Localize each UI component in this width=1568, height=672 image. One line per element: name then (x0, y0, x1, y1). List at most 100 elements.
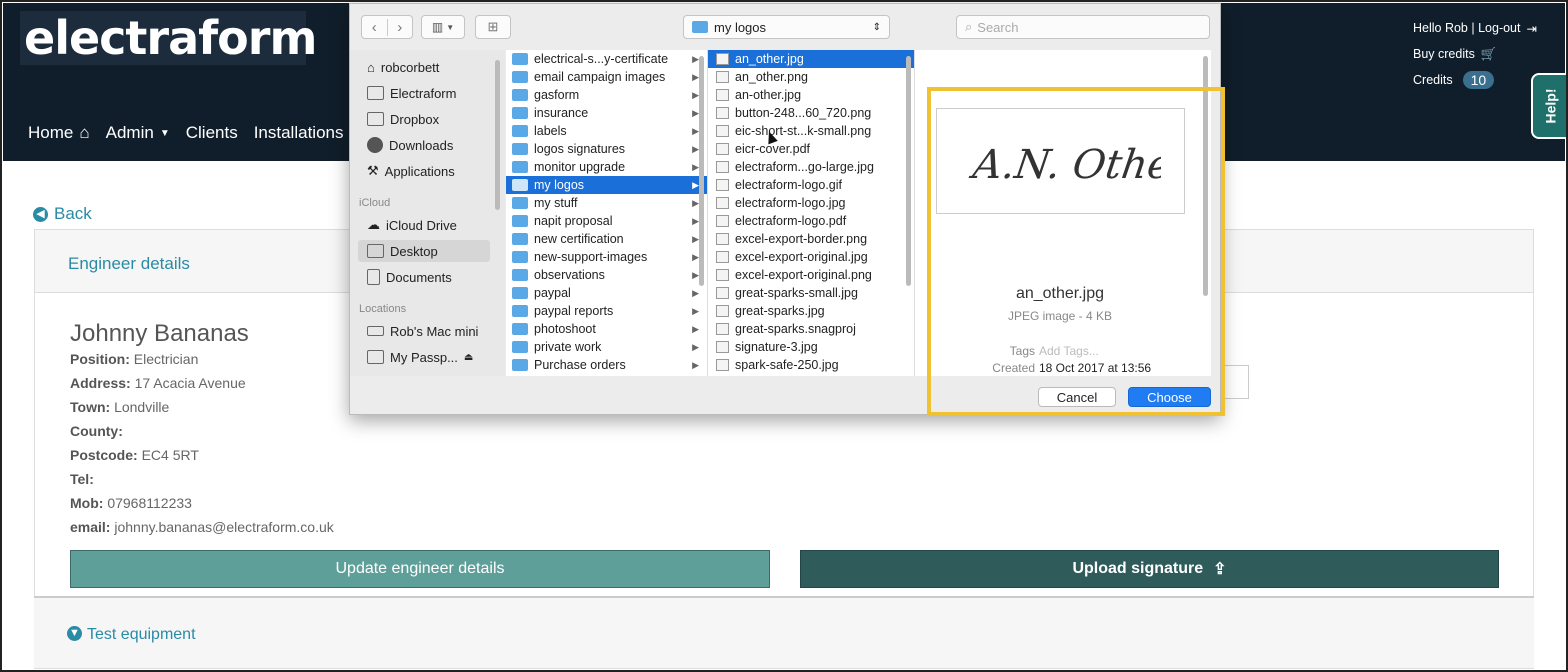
file-row[interactable]: an_other.png (708, 68, 914, 86)
file-column-scrollbar[interactable] (906, 56, 911, 286)
file-row[interactable]: electraform-logo.gif (708, 176, 914, 194)
desktop-icon (367, 244, 384, 258)
folder-icon (512, 71, 528, 83)
logout-link[interactable]: Hello Rob | Log-out (1413, 21, 1520, 35)
detail-postcode: Postcode: EC4 5RT (70, 446, 334, 470)
sidebar-item-desktop[interactable]: Desktop (358, 240, 490, 262)
image-file-icon (716, 197, 729, 209)
file-row[interactable]: great-sparks-small.jpg (708, 284, 914, 302)
sidebar-item-mac-mini[interactable]: Rob's Mac mini (367, 320, 478, 342)
folder-row[interactable]: labels ▶ (506, 122, 707, 140)
folder-row[interactable]: gasform ▶ (506, 86, 707, 104)
back-link[interactable]: ◀ Back (33, 204, 92, 224)
forward-arrow-icon[interactable]: › (386, 18, 413, 36)
folder-icon (512, 359, 528, 371)
path-popup[interactable]: my logos ⇕ (683, 15, 890, 39)
folder-row[interactable]: observations ▶ (506, 266, 707, 284)
eject-icon[interactable]: ⏏ (464, 352, 473, 363)
search-field[interactable]: ⌕ Search (956, 15, 1210, 39)
folder-row[interactable]: photoshoot ▶ (506, 320, 707, 338)
file-row[interactable]: electraform-logo.pdf (708, 212, 914, 230)
detail-value: Londville (114, 399, 170, 415)
folder-name: insurance (534, 106, 589, 120)
cancel-button[interactable]: Cancel (1038, 387, 1116, 407)
buy-credits-link[interactable]: Buy credits (1413, 47, 1475, 61)
sidebar-item-robcorbett[interactable]: ⌂ robcorbett (367, 56, 439, 78)
back-arrow-icon[interactable]: ‹ (362, 19, 387, 36)
folder-icon (512, 197, 528, 209)
new-folder-icon: ⊞ (487, 19, 499, 34)
upload-signature-button[interactable]: Upload signature ⇪ (800, 550, 1499, 588)
logout-icon[interactable]: ⇥ (1526, 21, 1536, 36)
nav-installations[interactable]: Installations (254, 123, 344, 143)
file-row[interactable]: excel-export-original.png (708, 266, 914, 284)
file-row[interactable]: spark-safe-250.jpg (708, 356, 914, 374)
image-file-icon (716, 107, 729, 119)
preview-pane: A.N. Other. an_other.jpg JPEG image - 4 … (915, 50, 1211, 376)
folder-row[interactable]: email campaign images ▶ (506, 68, 707, 86)
file-row[interactable]: excel-export-border.png (708, 230, 914, 248)
nav-clients[interactable]: Clients (186, 123, 238, 143)
document-icon (367, 269, 380, 285)
choose-button[interactable]: Choose (1128, 387, 1211, 407)
file-row[interactable]: eic-short-st...k-small.png (708, 122, 914, 140)
file-row[interactable]: an-other.jpg (708, 86, 914, 104)
nav-admin[interactable]: Admin ▼ (106, 123, 170, 143)
folder-row[interactable]: paypal reports ▶ (506, 302, 707, 320)
detail-position: Position: Electrician (70, 350, 334, 374)
folder-row[interactable]: private work ▶ (506, 338, 707, 356)
folder-row[interactable]: napit proposal ▶ (506, 212, 707, 230)
file-name: an-other.jpg (735, 88, 802, 102)
folder-column-scrollbar[interactable] (699, 56, 704, 286)
file-row[interactable]: great-sparks.snagproj (708, 320, 914, 338)
image-file-icon (716, 161, 729, 173)
update-engineer-button[interactable]: Update engineer details (70, 550, 770, 588)
folder-name: my stuff (534, 196, 578, 210)
brand-logo[interactable]: electraform (20, 11, 317, 65)
sidebar-item-downloads[interactable]: Downloads (367, 134, 453, 156)
tags-input[interactable]: Add Tags... (1039, 344, 1099, 358)
folder-icon (367, 86, 384, 100)
folder-icon (512, 161, 528, 173)
sidebar-item-dropbox[interactable]: Dropbox (367, 108, 439, 130)
nav-home[interactable]: Home ⌂ (28, 123, 90, 143)
sidebar-item-applications[interactable]: ⚒ Applications (367, 160, 455, 182)
sidebar-label: Electraform (390, 85, 457, 101)
file-row[interactable]: signature-3.jpg (708, 338, 914, 356)
folder-row[interactable]: logos signatures ▶ (506, 140, 707, 158)
sidebar-label: Desktop (390, 243, 438, 259)
file-name: great-sparks.snagproj (735, 322, 856, 336)
folder-row[interactable]: my stuff ▶ (506, 194, 707, 212)
folder-row[interactable]: insurance ▶ (506, 104, 707, 122)
help-tab[interactable]: Help! (1531, 73, 1567, 139)
sidebar-item-icloud-drive[interactable]: ☁ iCloud Drive (367, 214, 457, 236)
folder-row[interactable]: electrical-s...y-certificate ▶ (506, 50, 707, 68)
image-file-icon (716, 287, 729, 299)
preview-scrollbar[interactable] (1203, 56, 1208, 296)
folder-row[interactable]: monitor upgrade ▶ (506, 158, 707, 176)
file-row[interactable]: electraform...go-large.jpg (708, 158, 914, 176)
folder-row-selected[interactable]: my logos ▶ (506, 176, 707, 194)
sidebar-scrollbar[interactable] (495, 60, 500, 210)
sidebar-item-my-passport[interactable]: My Passp... ⏏ (367, 346, 473, 368)
file-row[interactable]: excel-export-original.jpg (708, 248, 914, 266)
folder-row[interactable]: new-support-images ▶ (506, 248, 707, 266)
file-row[interactable]: electraform-logo.jpg (708, 194, 914, 212)
folder-row[interactable]: paypal ▶ (506, 284, 707, 302)
test-equipment-heading[interactable]: ▼ Test equipment (34, 596, 1534, 668)
view-mode-button[interactable]: ▥ ▼ (421, 15, 465, 39)
file-name: great-sparks.jpg (735, 304, 825, 318)
folder-row[interactable]: new certification ▶ (506, 230, 707, 248)
updown-chevron-icon: ⇕ (872, 21, 881, 33)
file-row[interactable]: great-sparks.jpg (708, 302, 914, 320)
sidebar-item-documents[interactable]: Documents (367, 266, 452, 288)
file-row[interactable]: button-248...60_720.png (708, 104, 914, 122)
folder-name: monitor upgrade (534, 160, 626, 174)
sidebar-label: Rob's Mac mini (390, 323, 479, 339)
sidebar-item-electraform[interactable]: Electraform (367, 82, 456, 104)
file-row-selected[interactable]: an_other.jpg (708, 50, 914, 68)
image-file-icon (716, 179, 729, 191)
folder-row[interactable]: Purchase orders ▶ (506, 356, 707, 374)
new-folder-button[interactable]: ⊞ (475, 15, 511, 39)
file-row[interactable]: eicr-cover.pdf (708, 140, 914, 158)
